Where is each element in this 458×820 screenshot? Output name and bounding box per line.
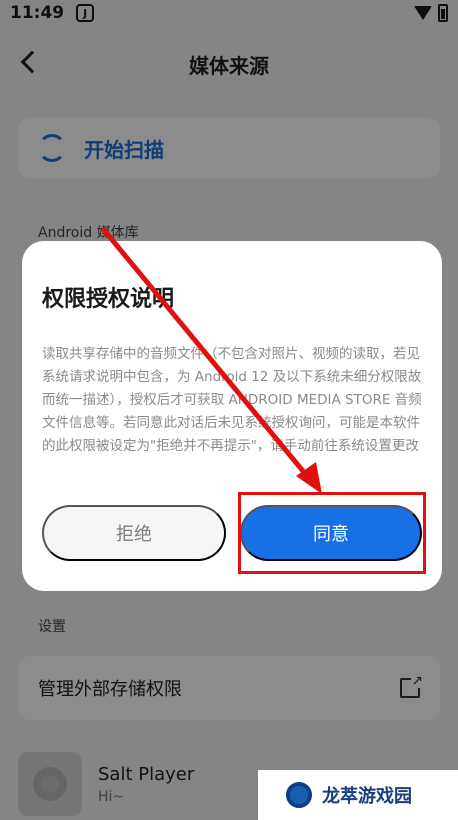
watermark: 龙萃游戏园	[258, 770, 458, 820]
watermark-logo-icon	[286, 782, 312, 808]
watermark-text: 龙萃游戏园	[322, 786, 412, 807]
annotation-highlight-box	[238, 492, 426, 574]
dialog-title: 权限授权说明	[42, 287, 175, 312]
deny-button[interactable]: 拒绝	[42, 505, 226, 561]
dialog-body: 读取共享存储中的音频文件（不包含对照片、视频的读取，若见系统请求说明中包含，为 …	[42, 346, 422, 454]
